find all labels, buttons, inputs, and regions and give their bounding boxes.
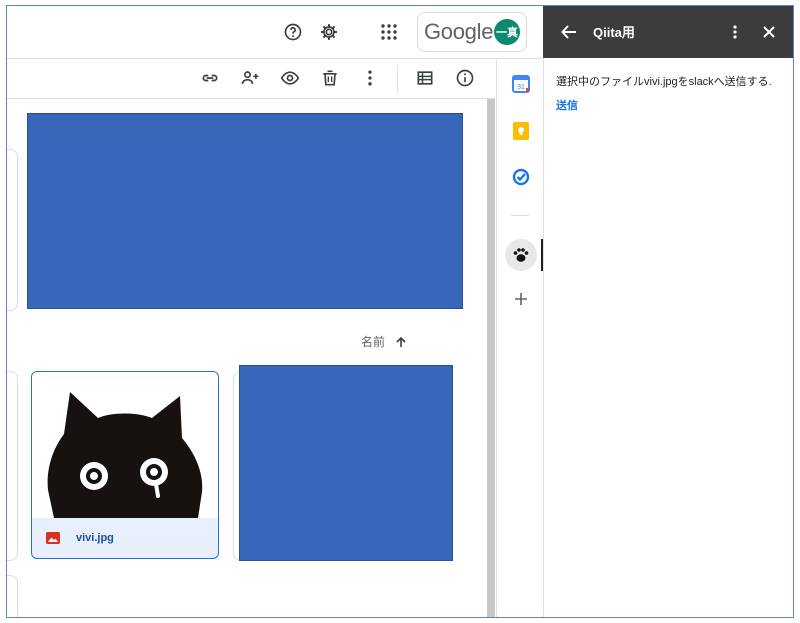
panel-more-icon[interactable]: [721, 18, 749, 46]
cat-image: [47, 392, 203, 518]
file-name: vivi.jpg: [76, 532, 114, 544]
side-rail: 31: [496, 59, 543, 617]
arrow-up-icon: [396, 336, 406, 347]
scrollbar[interactable]: [487, 99, 495, 617]
redacted-area: [27, 113, 463, 309]
trash-icon[interactable]: [316, 64, 344, 92]
avatar[interactable]: 一真: [494, 19, 520, 45]
help-icon[interactable]: [279, 18, 307, 46]
list-view-icon[interactable]: [411, 64, 439, 92]
send-button[interactable]: 送信: [556, 97, 578, 113]
file-toolbar: [7, 59, 495, 99]
google-logo: Google: [424, 19, 494, 44]
file-card-partial[interactable]: [7, 371, 18, 561]
addon-panel-body: 選択中のファイルvivi.jpgをslackへ送信する. 送信: [543, 58, 793, 617]
more-vert-icon[interactable]: [356, 64, 384, 92]
addon-panel-header: Qiita用: [543, 6, 793, 58]
file-thumbnail: [32, 372, 218, 518]
keep-icon[interactable]: [511, 121, 531, 141]
panel-title: Qiita用: [593, 25, 635, 40]
account-switcher[interactable]: Google 一真: [417, 12, 527, 52]
close-icon[interactable]: [755, 18, 783, 46]
info-icon[interactable]: [451, 64, 479, 92]
paw-addon-icon[interactable]: [505, 239, 537, 271]
top-header: Google 一真: [7, 6, 543, 59]
toolbar-divider: [397, 65, 398, 93]
drive-window: Google 一真 名前 vivi.jpg 31 Qiita用 選択中のファイル…: [6, 5, 794, 618]
sort-label: 名前: [361, 335, 386, 349]
apps-grid-icon[interactable]: [375, 18, 403, 46]
folder-card[interactable]: [7, 149, 18, 311]
link-icon[interactable]: [196, 64, 224, 92]
panel-message: 選択中のファイルvivi.jpgをslackへ送信する.: [556, 76, 772, 88]
sort-by-name[interactable]: 名前: [361, 333, 407, 350]
calendar-icon[interactable]: 31: [511, 74, 531, 94]
image-file-icon: [46, 532, 60, 544]
svg-text:31: 31: [517, 84, 525, 91]
tasks-icon[interactable]: [511, 167, 531, 187]
file-grid-area: 名前 vivi.jpg: [7, 99, 487, 617]
preview-eye-icon[interactable]: [276, 64, 304, 92]
redacted-file: [239, 365, 453, 561]
add-icon[interactable]: [511, 289, 531, 309]
file-name-row: vivi.jpg: [32, 518, 218, 558]
add-person-icon[interactable]: [236, 64, 264, 92]
file-card-vivi[interactable]: vivi.jpg: [31, 371, 219, 559]
gear-icon[interactable]: [315, 18, 343, 46]
file-card-partial-2[interactable]: [7, 575, 18, 617]
rail-divider: [511, 215, 529, 216]
arrow-back-icon[interactable]: [555, 18, 583, 46]
